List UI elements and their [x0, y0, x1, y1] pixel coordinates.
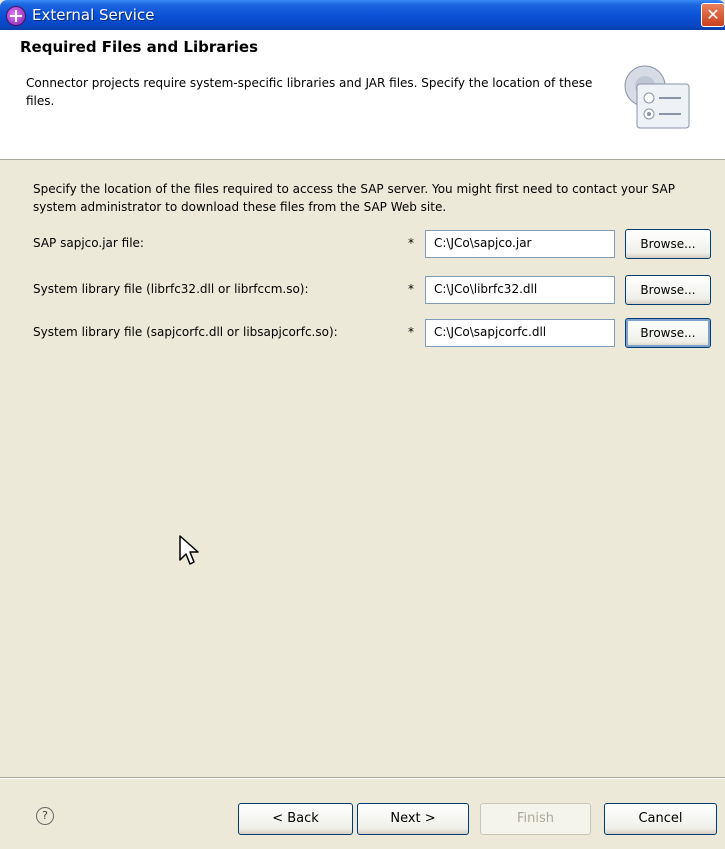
app-icon	[6, 6, 26, 26]
next-button[interactable]: Next >	[357, 803, 469, 835]
title-bar: External Service ✕	[0, 0, 725, 30]
mouse-cursor-icon	[179, 535, 199, 565]
sapjco-jar-browse-button[interactable]: Browse...	[625, 229, 711, 259]
required-marker: *	[408, 282, 414, 296]
finish-button[interactable]: Finish	[480, 803, 591, 835]
librfc-library-browse-button[interactable]: Browse...	[625, 275, 711, 305]
help-icon[interactable]: ?	[36, 807, 54, 825]
wizard-banner-icon	[624, 65, 690, 129]
sapjcorfc-library-browse-button[interactable]: Browse...	[625, 318, 711, 348]
required-marker: *	[408, 325, 414, 339]
cancel-button[interactable]: Cancel	[604, 803, 717, 835]
close-button[interactable]: ✕	[701, 3, 725, 27]
page-title: Required Files and Libraries	[20, 38, 259, 56]
close-icon: ✕	[706, 5, 720, 24]
librfc-library-field[interactable]: C:\JCo\librfc32.dll	[425, 276, 615, 304]
intro-text: Specify the location of the files requir…	[33, 182, 675, 214]
page-description: Connector projects require system-specif…	[26, 76, 593, 108]
librfc-library-label: System library file (librfc32.dll or lib…	[33, 282, 309, 296]
sapjco-jar-label: SAP sapjco.jar file:	[33, 236, 144, 250]
footer-separator	[0, 777, 725, 779]
sapjcorfc-library-field[interactable]: C:\JCo\sapjcorfc.dll	[425, 319, 615, 347]
sapjcorfc-library-label: System library file (sapjcorfc.dll or li…	[33, 325, 338, 339]
window-title: External Service	[32, 6, 155, 24]
required-marker: *	[408, 236, 414, 250]
back-button[interactable]: < Back	[238, 803, 353, 835]
sapjco-jar-field[interactable]: C:\JCo\sapjco.jar	[425, 230, 615, 258]
